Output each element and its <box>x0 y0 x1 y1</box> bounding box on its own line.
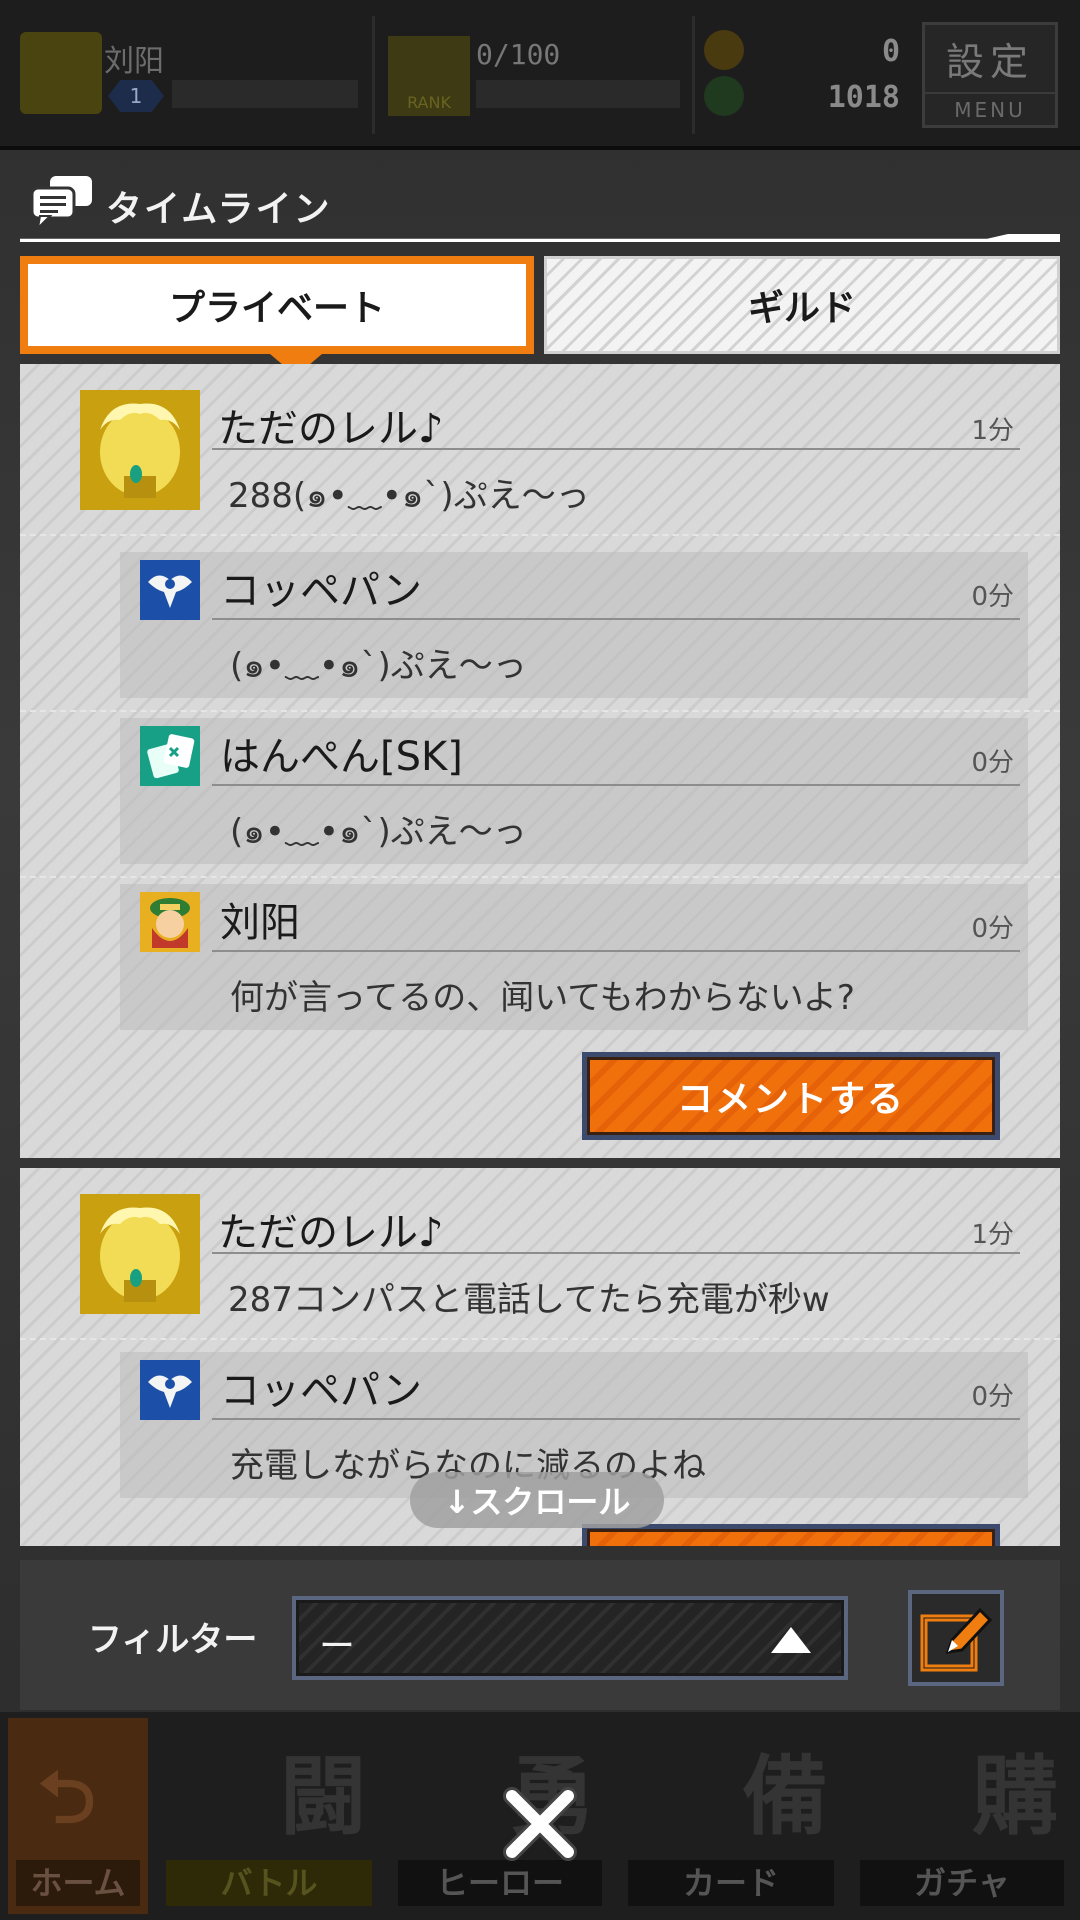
compose-button-face <box>912 1594 1000 1682</box>
top-status-bar: 刘阳 1 RANK 0/100 0 1018 設定 MENU <box>0 0 1080 150</box>
bitcoin-icon <box>704 76 744 116</box>
post-separator <box>20 534 1060 536</box>
post-time: 0分 <box>971 914 1014 944</box>
nav-battle[interactable]: 闘 バトル <box>158 1718 380 1914</box>
eagle-avatar-icon <box>140 560 200 620</box>
post-time: 1分 <box>971 416 1014 446</box>
scroll-hint: ↓スクロール <box>410 1472 664 1528</box>
filter-bar: フィルター ー <box>20 1560 1060 1710</box>
filter-select[interactable]: ー <box>292 1596 848 1680</box>
post-time: 0分 <box>971 582 1014 612</box>
panel-header: タイムライン <box>20 168 1060 242</box>
menu-button[interactable]: 設定 MENU <box>922 22 1058 128</box>
tab-private[interactable]: プライベート <box>20 256 534 354</box>
post-author: ただのレル♪ <box>218 1210 444 1256</box>
eagle-avatar-icon <box>140 1360 200 1420</box>
player-name: 刘阳 <box>104 44 164 79</box>
comment-button-label <box>587 1529 995 1546</box>
nav-kanji: 購 <box>972 1747 1058 1847</box>
comment-button-label: コメントする <box>587 1057 995 1135</box>
nav-card[interactable]: 備 カード <box>620 1718 842 1914</box>
rank-progress-bar <box>476 80 680 108</box>
nav-label: ガチャ <box>860 1860 1064 1906</box>
post-divider <box>212 950 1020 952</box>
post-separator <box>20 876 1060 878</box>
post-divider <box>212 784 1020 786</box>
currency-2-value: 1018 <box>827 80 900 115</box>
rank-icon: RANK <box>388 36 470 116</box>
timeline-post: ただのレル♪ 1分 288(๑•﹏•๑`)ぷえ〜っ <box>80 390 1028 516</box>
hero-avatar-icon <box>140 892 200 952</box>
post-author: はんぺん[SK] <box>220 734 463 780</box>
timeline-card: ただのレル♪ 1分 288(๑•﹏•๑`)ぷえ〜っ コッペパン 0分 (๑•﹏•… <box>20 364 1060 1158</box>
speech-bubbles-icon <box>30 176 92 230</box>
post-divider <box>212 1252 1020 1254</box>
compose-button[interactable] <box>908 1590 1004 1686</box>
nav-label: ヒーロー <box>398 1860 602 1906</box>
laurel-crown-avatar-icon <box>80 390 200 510</box>
post-author: ただのレル♪ <box>218 406 444 452</box>
laurel-crown-avatar-icon <box>80 1194 200 1314</box>
close-icon[interactable] <box>500 1784 580 1864</box>
post-time: 1分 <box>971 1220 1014 1250</box>
comment-button[interactable]: コメントする <box>582 1052 1000 1140</box>
post-message: (๑•﹏•๑`)ぷえ〜っ <box>230 812 527 852</box>
post-message: 何が言ってるの、闻いてもわからないよ? <box>230 978 855 1018</box>
triangle-up-icon <box>771 1627 811 1653</box>
reply-post: コッペパン 0分 (๑•﹏•๑`)ぷえ〜っ <box>120 552 1028 698</box>
cards-avatar-icon <box>140 726 200 786</box>
panel-title: タイムライン <box>106 189 332 230</box>
post-separator <box>20 710 1060 712</box>
timeline-panel: タイムライン プライベート ギルド ただのレル♪ 1分 288(๑•﹏•๑`)ぷ… <box>20 160 1060 1710</box>
post-message: (๑•﹏•๑`)ぷえ〜っ <box>230 646 527 686</box>
nav-label: バトル <box>166 1860 372 1906</box>
divider <box>692 16 695 134</box>
coin-icon <box>704 30 744 70</box>
comment-button-partial[interactable] <box>582 1524 1000 1546</box>
post-separator <box>20 1338 1060 1340</box>
nav-gacha[interactable]: 購 ガチャ <box>852 1718 1072 1914</box>
filter-label: フィルター <box>88 1620 258 1660</box>
edit-pencil-icon <box>920 1607 993 1672</box>
reply-post: 刘阳 0分 何が言ってるの、闻いてもわからないよ? <box>120 884 1028 1030</box>
back-arrow-icon: ⮌ <box>38 1755 96 1839</box>
post-divider <box>212 1418 1020 1420</box>
tab-guild[interactable]: ギルド <box>544 256 1060 354</box>
post-message: 287コンパスと電話してたら充電が秒w <box>228 1280 830 1320</box>
post-time: 0分 <box>971 1382 1014 1412</box>
reply-post: はんぺん[SK] 0分 (๑•﹏•๑`)ぷえ〜っ <box>120 718 1028 864</box>
nav-label: ホーム <box>16 1860 140 1906</box>
menu-label: MENU <box>925 92 1055 122</box>
menu-kanji: 設定 <box>945 40 1034 84</box>
timeline-post: ただのレル♪ 1分 287コンパスと電話してたら充電が秒w <box>80 1194 1028 1320</box>
level-badge: 1 <box>108 80 164 112</box>
filter-select-field: ー <box>296 1600 844 1676</box>
post-message: 288(๑•﹏•๑`)ぷえ〜っ <box>228 476 590 516</box>
rank-progress-text: 0/100 <box>476 38 561 71</box>
post-author: コッペパン <box>220 568 422 614</box>
post-divider <box>212 448 1020 450</box>
post-divider <box>212 618 1020 620</box>
currency-1-value: 0 <box>881 34 900 69</box>
post-time: 0分 <box>971 748 1014 778</box>
post-author: 刘阳 <box>220 900 300 946</box>
title-underline <box>20 234 1060 242</box>
exp-bar <box>172 80 358 108</box>
post-author: コッペパン <box>220 1368 422 1414</box>
nav-kanji: 闘 <box>280 1747 366 1847</box>
divider <box>372 16 375 134</box>
nav-kanji: 備 <box>742 1747 828 1847</box>
player-avatar <box>20 32 102 114</box>
filter-value: ー <box>319 1626 356 1667</box>
nav-label: カード <box>628 1860 834 1906</box>
nav-home[interactable]: ⮌ ホーム <box>8 1718 148 1914</box>
